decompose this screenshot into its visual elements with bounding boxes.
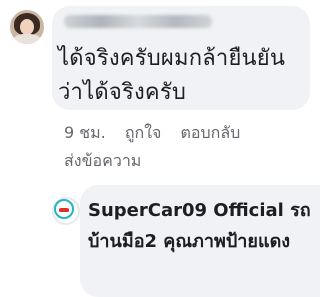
send-message-button[interactable]: ส่งข้อความ bbox=[64, 148, 240, 174]
commenter-name-blurred[interactable] bbox=[64, 15, 212, 28]
reply-text-rest: บ้านมือ2 คุณภาพป้ายแดง bbox=[88, 231, 291, 252]
reply-text: SuperCar09 Official รถ บ้านมือ2 คุณภาพป้… bbox=[88, 195, 316, 257]
avatar-face bbox=[20, 19, 34, 35]
reply-author[interactable]: SuperCar09 Official bbox=[88, 200, 284, 221]
like-button[interactable]: ถูกใจ bbox=[125, 123, 162, 142]
reply-button[interactable]: ตอบกลับ bbox=[181, 123, 241, 142]
car-icon bbox=[59, 208, 69, 212]
commenter-avatar[interactable] bbox=[10, 10, 44, 44]
page-avatar[interactable] bbox=[52, 197, 80, 225]
avatar-body bbox=[13, 34, 41, 44]
comment-bubble: ได้จริงครับผมกล้ายืนยันว่าได้จริงครับ bbox=[52, 6, 310, 110]
comment-actions: 9 ชม. ถูกใจ ตอบกลับ ส่งข้อความ bbox=[64, 120, 254, 174]
comment-text: ได้จริงครับผมกล้ายืนยันว่าได้จริงครับ bbox=[58, 46, 286, 105]
reply-bubble: SuperCar09 Official รถ บ้านมือ2 คุณภาพป้… bbox=[80, 185, 320, 297]
comment-timestamp[interactable]: 9 ชม. bbox=[64, 123, 106, 142]
reply-text-start: รถ bbox=[290, 200, 311, 221]
